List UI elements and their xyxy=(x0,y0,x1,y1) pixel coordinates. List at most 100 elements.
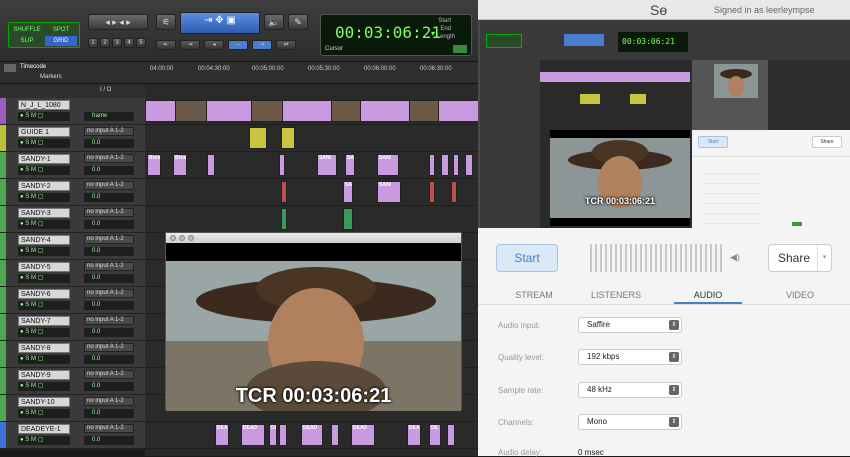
nudge-back-button[interactable]: ⇤ xyxy=(156,40,176,50)
track-record-solo-mute-buttons[interactable]: ● S M ▢ xyxy=(18,112,70,121)
track-record-solo-mute-buttons[interactable]: ● S M ▢ xyxy=(18,220,70,229)
close-icon[interactable] xyxy=(170,235,176,241)
audio-clip[interactable]: SA xyxy=(343,181,353,203)
track-record-solo-mute-buttons[interactable]: ● S M ▢ xyxy=(18,436,70,445)
track-record-solo-mute-buttons[interactable]: ● S M ▢ xyxy=(18,301,70,310)
track-io-selector[interactable]: no input A 1-2 xyxy=(84,262,134,271)
quality-level-select[interactable]: 192 kbps ⇕ xyxy=(578,349,682,365)
track-header[interactable]: SANDY-3 ● S M ▢ no input A 1-2 0.0 xyxy=(0,206,145,233)
track-record-solo-mute-buttons[interactable]: ● S M ▢ xyxy=(18,166,70,175)
tab-to-transient-button[interactable]: ⇢ xyxy=(252,40,272,50)
track-header[interactable]: SANDY-9 ● S M ▢ no input A 1-2 0.0 xyxy=(0,368,145,395)
start-button[interactable]: Start xyxy=(496,244,558,272)
tab-listeners[interactable]: LISTENERS xyxy=(586,290,646,300)
counter-dropdown-icon[interactable]: ▾ xyxy=(431,29,435,38)
track-volume[interactable]: 0.0 xyxy=(84,436,134,445)
audio-clip[interactable]: DEAD xyxy=(301,424,323,446)
prev-button[interactable]: ◂ xyxy=(204,40,224,50)
track-lane[interactable]: SA SANI xyxy=(145,179,480,206)
track-volume[interactable]: 0.0 xyxy=(84,355,134,364)
tab-video[interactable]: VIDEO xyxy=(774,290,826,300)
audio-clip[interactable] xyxy=(451,181,457,203)
track-header[interactable]: SANDY-8 ● S M ▢ no input A 1-2 0.0 xyxy=(0,341,145,368)
track-name[interactable]: SANDY-8 xyxy=(18,343,70,353)
track-header[interactable]: SANDY-5 ● S M ▢ no input A 1-2 0.0 xyxy=(0,260,145,287)
audio-clip[interactable]: SANI xyxy=(377,181,401,203)
audio-clip[interactable]: DE xyxy=(429,424,441,446)
track-io-selector[interactable]: no input A 1-2 xyxy=(84,127,134,136)
track-volume[interactable]: 0.0 xyxy=(84,409,134,418)
track-record-solo-mute-buttons[interactable]: ● S M ▢ xyxy=(18,247,70,256)
tab-audio[interactable]: AUDIO xyxy=(678,290,738,300)
track-name[interactable]: SANDY-9 xyxy=(18,370,70,380)
zoom-icon[interactable] xyxy=(188,235,194,241)
track-record-solo-mute-buttons[interactable]: ● S M ▢ xyxy=(18,409,70,418)
audio-clip[interactable]: Brea xyxy=(147,154,161,176)
track-record-solo-mute-buttons[interactable]: ● S M ▢ xyxy=(18,193,70,202)
audio-clip[interactable]: DI xyxy=(269,424,277,446)
track-volume[interactable]: 0.0 xyxy=(84,193,134,202)
zoom-preset-1[interactable]: 1 xyxy=(88,38,98,48)
edit-tools-group[interactable]: ⇥ ✥ ▣ xyxy=(180,12,260,34)
tab-stream[interactable]: STREAM xyxy=(508,290,560,300)
audio-clip[interactable] xyxy=(207,154,215,176)
track-record-solo-mute-buttons[interactable]: ● S M ▢ xyxy=(18,382,70,391)
video-window[interactable]: TCR 00:03:06:21 xyxy=(165,232,462,411)
audio-clip[interactable] xyxy=(331,100,361,122)
audio-clip[interactable] xyxy=(465,154,473,176)
zoom-preset-2[interactable]: 2 xyxy=(100,38,110,48)
track-volume[interactable]: frame xyxy=(84,112,134,121)
audio-clip[interactable] xyxy=(249,127,267,149)
track-io-selector[interactable]: no input A 1-2 xyxy=(84,424,134,433)
main-counter[interactable]: 00:03:06:21 ▾ Start End Length Cursor xyxy=(320,14,472,56)
pencil-tool-icon[interactable]: ✎ xyxy=(288,14,308,30)
track-io-selector[interactable]: no input A 1-2 xyxy=(84,208,134,217)
audio-clip[interactable]: SA xyxy=(345,154,355,176)
audio-clip[interactable] xyxy=(441,154,449,176)
track-volume[interactable]: 0.0 xyxy=(84,166,134,175)
track-io-selector[interactable]: no input A 1-2 xyxy=(84,397,134,406)
audio-clip[interactable] xyxy=(281,127,295,149)
audio-clip[interactable] xyxy=(279,154,285,176)
mirror-button[interactable]: ⇌ xyxy=(276,40,296,50)
ruler-menu-icon[interactable] xyxy=(4,64,16,72)
chevron-down-icon[interactable]: ▾ xyxy=(817,245,831,271)
nudge-fwd-button[interactable]: ⇥ xyxy=(180,40,200,50)
track-name[interactable]: SANDY-5 xyxy=(18,262,70,272)
track-header[interactable]: SANDY-7 ● S M ▢ no input A 1-2 0.0 xyxy=(0,314,145,341)
track-name[interactable]: DEADEYE-1 xyxy=(18,424,70,434)
track-name[interactable]: SANDY-1 xyxy=(18,154,70,164)
track-volume[interactable]: 0.0 xyxy=(84,220,134,229)
track-volume[interactable]: 0.0 xyxy=(84,274,134,283)
track-io-selector[interactable]: no input A 1-2 xyxy=(84,235,134,244)
track-name[interactable]: SANDY-4 xyxy=(18,235,70,245)
track-name[interactable]: SANDY-2 xyxy=(18,181,70,191)
audio-clip[interactable]: DEAD xyxy=(351,424,375,446)
track-record-solo-mute-buttons[interactable]: ● S M ▢ xyxy=(18,355,70,364)
audio-clip[interactable] xyxy=(281,181,287,203)
audio-clip[interactable] xyxy=(331,424,339,446)
audio-clip[interactable]: DEAD xyxy=(241,424,265,446)
track-name[interactable]: GUIDE 1 xyxy=(18,127,70,137)
audio-input-select[interactable]: Saffire ⇕ xyxy=(578,317,682,333)
track-header[interactable]: SANDY-4 ● S M ▢ no input A 1-2 0.0 xyxy=(0,233,145,260)
track-volume[interactable]: 0.0 xyxy=(84,382,134,391)
track-header[interactable]: SANDY-2 ● S M ▢ no input A 1-2 0.0 xyxy=(0,179,145,206)
sample-rate-select[interactable]: 48 kHz ⇕ xyxy=(578,382,682,398)
speaker-tool-icon[interactable]: 🔈 xyxy=(264,14,284,30)
track-header[interactable]: SANDY-10 ● S M ▢ no input A 1-2 0.0 xyxy=(0,395,145,422)
track-io-selector[interactable]: no input A 1-2 xyxy=(84,370,134,379)
audio-clip[interactable]: DEA xyxy=(407,424,421,446)
audio-clip[interactable] xyxy=(343,208,353,230)
track-lane[interactable] xyxy=(145,125,480,152)
grid-mode-button[interactable]: GRID xyxy=(45,36,77,46)
trim-tool-icon[interactable]: ⚟ xyxy=(156,14,176,30)
shuffle-mode-button[interactable]: SHUFFLE xyxy=(11,25,43,35)
track-lane[interactable]: DEA DEAD DI DEAD DEAD DEA DE xyxy=(145,422,480,449)
audio-clip[interactable] xyxy=(251,100,283,122)
track-name[interactable]: SANDY-3 xyxy=(18,208,70,218)
track-volume[interactable]: 0.0 xyxy=(84,247,134,256)
zoom-controls[interactable]: ◂ ▸ ◂ ▸ xyxy=(88,14,148,30)
track-header[interactable]: N_J_L_1080 ● S M ▢ frame xyxy=(0,98,145,125)
track-io-selector[interactable]: no input A 1-2 xyxy=(84,289,134,298)
